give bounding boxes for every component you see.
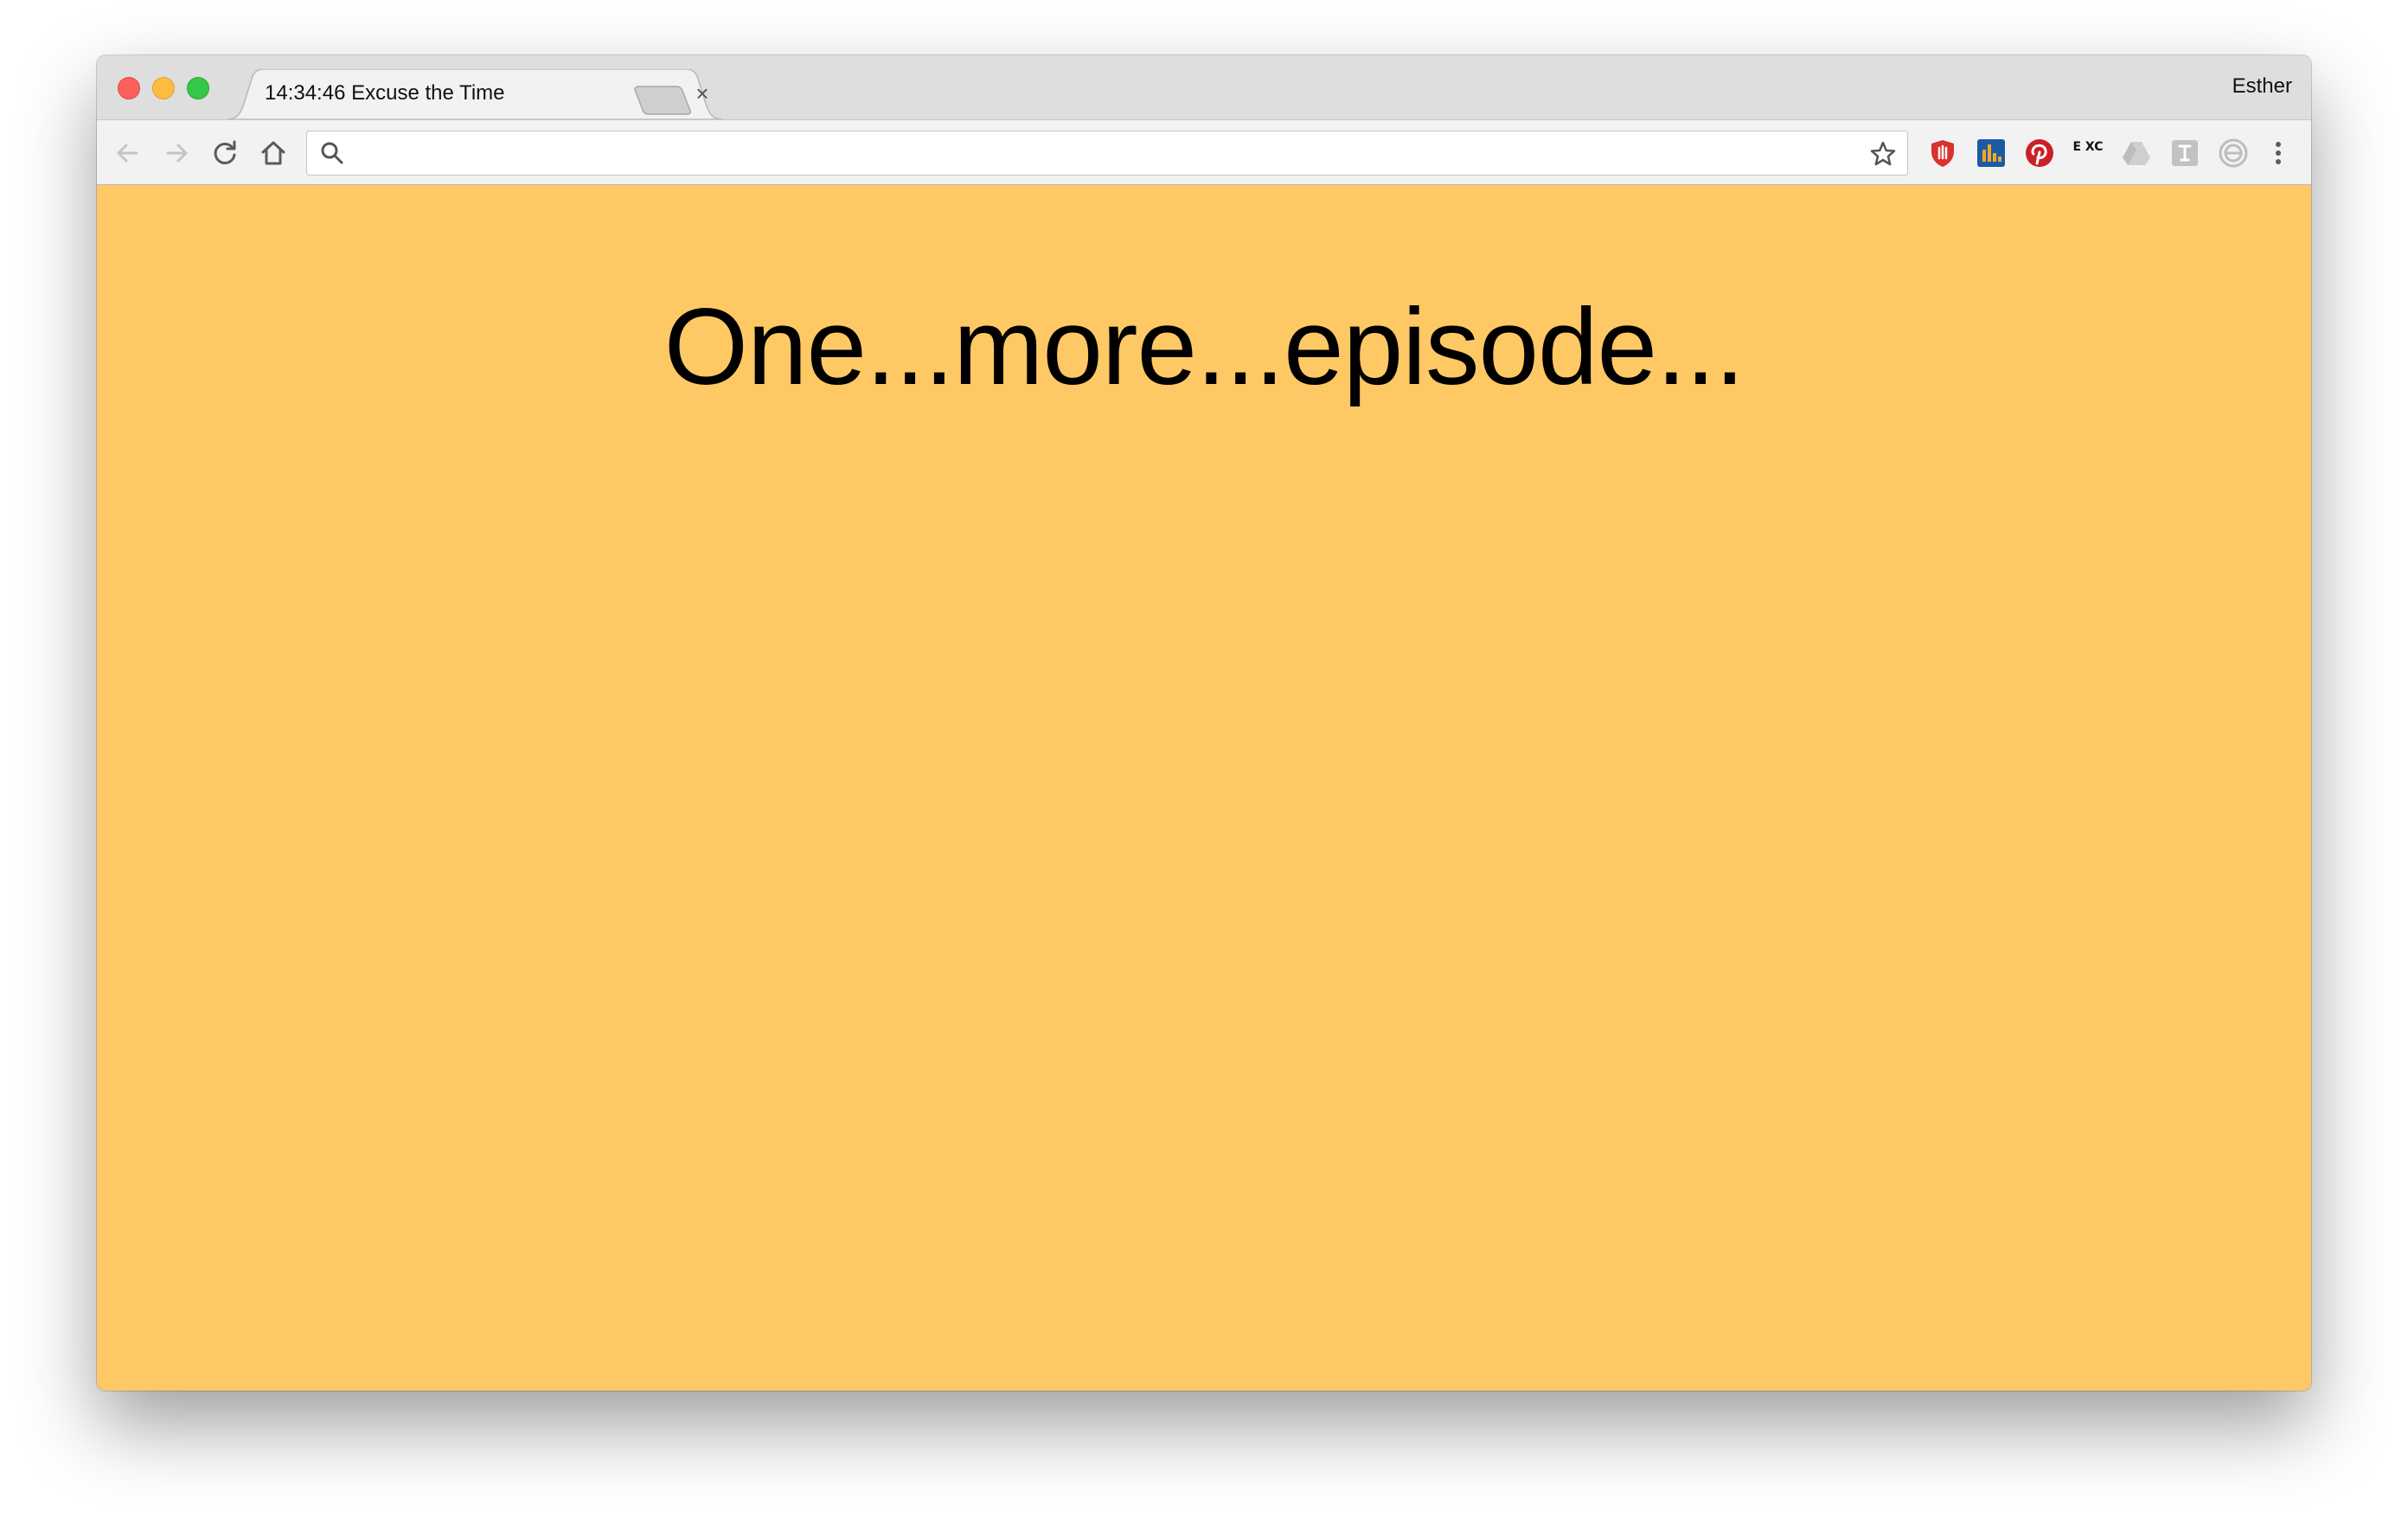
new-tab-button[interactable] [633, 85, 694, 116]
page-content: One...more...episode... [97, 185, 2311, 1391]
browser-window: 14:34:46 Excuse the Time × Esther E XC O… [97, 55, 2311, 1391]
search-icon [321, 142, 343, 164]
browser-toolbar: E XC [97, 119, 2311, 185]
address-bar[interactable] [306, 131, 1908, 176]
back-arrow-icon[interactable] [112, 138, 144, 169]
ublock-icon[interactable] [1927, 138, 1958, 169]
pinterest-icon[interactable] [2024, 138, 2055, 169]
forward-arrow-icon[interactable] [161, 138, 192, 169]
tab-close-icon[interactable]: × [690, 81, 714, 106]
sync-extension-icon[interactable] [2218, 138, 2249, 169]
minimize-window-button[interactable] [152, 77, 175, 99]
reload-icon[interactable] [209, 138, 240, 169]
bookmark-star-icon[interactable] [1869, 140, 1897, 168]
bar-chart-extension-icon[interactable] [1976, 138, 2007, 169]
tab-title: 14:34:46 Excuse the Time [265, 81, 505, 105]
profile-name[interactable]: Esther [2232, 74, 2292, 99]
menu-kebab-icon[interactable] [2263, 138, 2294, 169]
maximize-window-button[interactable] [187, 77, 209, 99]
home-icon[interactable] [258, 138, 289, 169]
exc-extension-icon[interactable]: E XC [2072, 138, 2104, 169]
drive-icon[interactable] [2121, 138, 2152, 169]
page-headline: One...more...episode... [663, 287, 1745, 407]
address-input[interactable] [359, 138, 1833, 170]
translate-extension-icon[interactable] [2169, 138, 2200, 169]
close-window-button[interactable] [118, 77, 140, 99]
tab-strip: 14:34:46 Excuse the Time × Esther [97, 55, 2311, 119]
